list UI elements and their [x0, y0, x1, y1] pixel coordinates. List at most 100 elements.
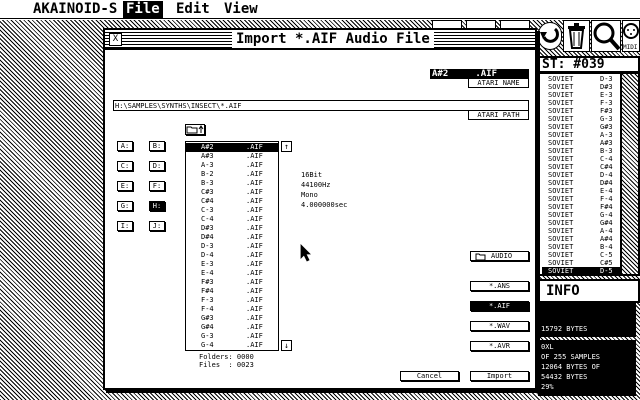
- drive-button-h[interactable]: H:: [149, 201, 165, 211]
- file-list[interactable]: A#2 .AIF A#3 .AIF A-3 .AIF B-2 .AIF B-3 .AIF C#3 .A…: [185, 141, 279, 351]
- file-row[interactable]: C-3 .AIF: [186, 206, 278, 215]
- drive-button-d[interactable]: D:: [149, 161, 165, 171]
- sample-row[interactable]: SOVIET A-4: [542, 227, 620, 235]
- sample-name: SOVIET: [548, 147, 574, 155]
- file-row[interactable]: D#4 .AIF: [186, 233, 278, 242]
- file-extension: .AIF: [246, 287, 263, 295]
- file-row[interactable]: C-4 .AIF: [186, 215, 278, 224]
- filter-avr-button[interactable]: *.AVR: [470, 341, 529, 351]
- file-name: E-3: [201, 260, 214, 268]
- parent-folder-button[interactable]: [185, 124, 205, 135]
- sample-row[interactable]: SOVIET E-3: [542, 91, 620, 99]
- sample-row[interactable]: SOVIET D#3: [542, 83, 620, 91]
- file-row[interactable]: B-2 .AIF: [186, 170, 278, 179]
- close-button[interactable]: X: [109, 33, 122, 46]
- sample-name: SOVIET: [548, 235, 574, 243]
- sample-row[interactable]: SOVIET F#3: [542, 107, 620, 115]
- file-row[interactable]: B-3 .AIF: [186, 179, 278, 188]
- sample-row[interactable]: SOVIET C-4: [542, 155, 620, 163]
- magnifier-icon[interactable]: [591, 20, 621, 52]
- file-row[interactable]: E-4 .AIF: [186, 269, 278, 278]
- drive-button-c[interactable]: C:: [117, 161, 133, 171]
- sample-row[interactable]: SOVIET G-3: [542, 115, 620, 123]
- sample-row[interactable]: SOVIET F-4: [542, 195, 620, 203]
- sample-row[interactable]: SOVIET F-3: [542, 99, 620, 107]
- sample-row[interactable]: SOVIET D#4: [542, 179, 620, 187]
- drive-button-b[interactable]: B:: [149, 141, 165, 151]
- atari-name-field[interactable]: A#2 .AIF: [430, 69, 529, 79]
- menu-edit[interactable]: Edit: [173, 1, 213, 18]
- file-row[interactable]: C#4 .AIF: [186, 197, 278, 206]
- sample-row[interactable]: SOVIET C#4: [542, 163, 620, 171]
- audio-folder-button[interactable]: AUDIO: [470, 251, 529, 261]
- folder-icon: [475, 253, 486, 261]
- drive-button-a[interactable]: A:: [117, 141, 133, 151]
- file-row[interactable]: E-3 .AIF: [186, 260, 278, 269]
- sample-row[interactable]: SOVIET D-4: [542, 171, 620, 179]
- file-extension: .AIF: [246, 332, 263, 340]
- sample-row[interactable]: SOVIET F#4: [542, 203, 620, 211]
- file-row[interactable]: A#3 .AIF: [186, 152, 278, 161]
- trash-icon[interactable]: [563, 20, 590, 52]
- sample-row[interactable]: SOVIET B-4: [542, 243, 620, 251]
- file-row[interactable]: A-3 .AIF: [186, 161, 278, 170]
- filter-ans-button[interactable]: *.ANS: [470, 281, 529, 291]
- drive-button-f[interactable]: F:: [149, 181, 165, 191]
- file-row[interactable]: G#3 .AIF: [186, 314, 278, 323]
- sample-list-scrollbar[interactable]: [622, 72, 640, 276]
- menu-view[interactable]: View: [221, 1, 261, 18]
- sample-row[interactable]: SOVIET A#4: [542, 235, 620, 243]
- sample-note: F#3: [600, 107, 613, 115]
- sample-note: A-3: [600, 131, 613, 139]
- menu-file[interactable]: File: [123, 1, 163, 18]
- sample-row[interactable]: SOVIET G#4: [542, 219, 620, 227]
- sample-row[interactable]: SOVIET B-3: [542, 147, 620, 155]
- drive-button-g[interactable]: G:: [117, 201, 133, 211]
- file-row[interactable]: G-4 .AIF: [186, 341, 278, 350]
- sample-row[interactable]: SOVIET G#3: [542, 123, 620, 131]
- file-row[interactable]: C#3 .AIF: [186, 188, 278, 197]
- sample-list[interactable]: SOVIET D-3 SOVIET D#3 SOVIET E-3 SOVIET F-3 SOVI…: [538, 72, 622, 276]
- sample-row[interactable]: SOVIET A#3: [542, 139, 620, 147]
- sample-name: SOVIET: [548, 131, 574, 139]
- midi-icon[interactable]: MIDI: [622, 20, 640, 52]
- file-row[interactable]: F-4 .AIF: [186, 305, 278, 314]
- sample-row[interactable]: SOVIET D-5: [542, 267, 620, 275]
- sample-row[interactable]: SOVIET D-3: [542, 75, 620, 83]
- import-button[interactable]: Import: [470, 371, 529, 381]
- cancel-button[interactable]: Cancel: [400, 371, 459, 381]
- drive-button-e[interactable]: E:: [117, 181, 133, 191]
- dialog-title-bar[interactable]: X Import *.AIF Audio File: [105, 30, 535, 50]
- memory-line: 29%: [541, 383, 554, 391]
- file-row[interactable]: A#2 .AIF: [186, 143, 278, 152]
- file-row[interactable]: D-4 .AIF: [186, 251, 278, 260]
- atari-path-field[interactable]: H:\SAMPLES\SYNTHS\INSECT\*.AIF: [113, 100, 529, 111]
- scroll-down-button[interactable]: ↓: [281, 340, 292, 351]
- file-row[interactable]: D#3 .AIF: [186, 224, 278, 233]
- filter-wav-button[interactable]: *.WAV: [470, 321, 529, 331]
- filter-aif-button[interactable]: *.AIF: [470, 301, 529, 311]
- file-row[interactable]: F#4 .AIF: [186, 287, 278, 296]
- file-row[interactable]: G-3 .AIF: [186, 332, 278, 341]
- undo-arrow-icon[interactable]: [538, 22, 562, 50]
- file-row[interactable]: F-3 .AIF: [186, 296, 278, 305]
- file-row[interactable]: G#4 .AIF: [186, 323, 278, 332]
- sample-note: F-4: [600, 195, 613, 203]
- file-extension: .AIF: [246, 260, 263, 268]
- sample-row[interactable]: SOVIET C#5: [542, 259, 620, 267]
- sample-row[interactable]: SOVIET E-4: [542, 187, 620, 195]
- sample-name: SOVIET: [548, 107, 574, 115]
- app-title: AKAINOID-S: [33, 1, 118, 17]
- sample-row[interactable]: SOVIET G-4: [542, 211, 620, 219]
- drive-button-j[interactable]: J:: [149, 221, 165, 231]
- file-row[interactable]: D-3 .AIF: [186, 242, 278, 251]
- menu-bar: AKAINOID-S File Edit View: [0, 0, 640, 19]
- scroll-up-button[interactable]: ↑: [281, 141, 292, 152]
- file-row[interactable]: F#3 .AIF: [186, 278, 278, 287]
- file-extension: .AIF: [246, 269, 263, 277]
- sample-name: SOVIET: [548, 83, 574, 91]
- file-extension: .AIF: [246, 341, 263, 349]
- drive-button-i[interactable]: I:: [117, 221, 133, 231]
- sample-row[interactable]: SOVIET A-3: [542, 131, 620, 139]
- sample-row[interactable]: SOVIET C-5: [542, 251, 620, 259]
